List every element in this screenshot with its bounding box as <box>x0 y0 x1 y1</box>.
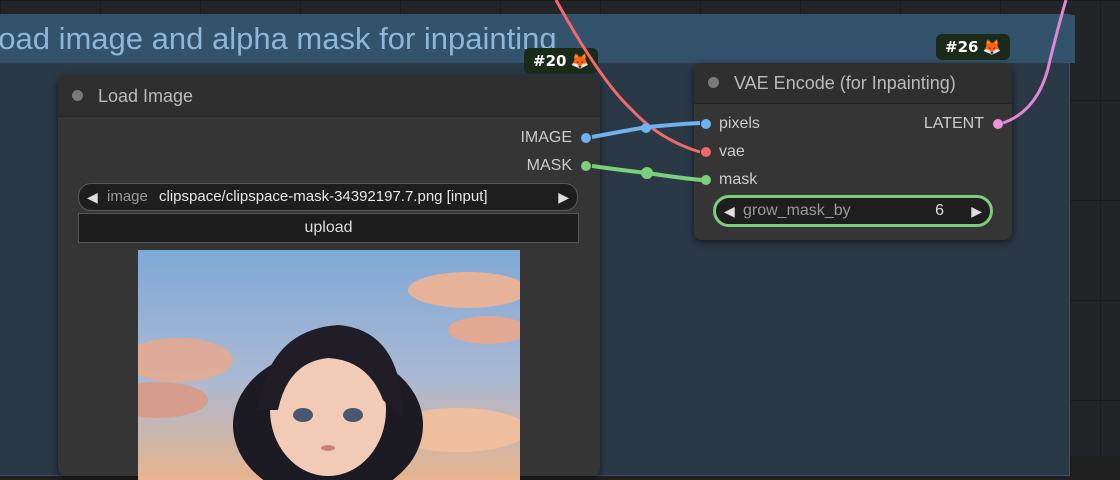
triangle-right-icon[interactable]: ▶ <box>971 198 982 224</box>
triangle-right-icon[interactable]: ▶ <box>558 184 569 210</box>
triangle-left-icon[interactable]: ◀ <box>724 198 735 224</box>
output-latent-label: LATENT <box>923 115 984 132</box>
input-pixels-label: pixels <box>719 115 760 132</box>
input-pixels-slot[interactable] <box>701 119 711 129</box>
grow-mask-by-widget[interactable]: ◀ grow_mask_by 6 ▶ <box>713 195 993 227</box>
node-title: VAE Encode (for Inpainting) <box>734 73 956 93</box>
output-mask-slot[interactable] <box>581 161 591 171</box>
node-id-label: #26 <box>945 38 979 56</box>
collapse-dot-icon[interactable] <box>72 90 83 101</box>
graph-canvas[interactable]: Load image and alpha mask for inpainting… <box>0 0 1120 480</box>
output-image-label: IMAGE <box>520 129 572 146</box>
output-mask-label: MASK <box>526 157 572 174</box>
upload-button[interactable]: upload <box>78 213 579 243</box>
node-title-bar[interactable]: Load Image <box>58 76 600 117</box>
input-vae-slot[interactable] <box>701 147 711 157</box>
vae-encode-node[interactable]: VAE Encode (for Inpainting) pixels vae m… <box>694 63 1012 240</box>
load-image-node[interactable]: Load Image IMAGE MASK ◀ image clipspace/… <box>58 76 600 480</box>
node-badge: #20 🦊 <box>524 48 599 74</box>
node-badge: #26 🦊 <box>936 34 1011 60</box>
widget-value: 6 <box>935 202 944 219</box>
triangle-left-icon[interactable]: ◀ <box>87 184 98 210</box>
image-preview <box>138 250 520 480</box>
widget-value: clipspace/clipspace-mask-34392197.7.png … <box>159 188 488 205</box>
node-title: Load Image <box>98 86 194 106</box>
input-mask-slot[interactable] <box>701 175 711 185</box>
fox-icon: 🦊 <box>570 52 590 70</box>
collapse-dot-icon[interactable] <box>708 77 719 88</box>
image-combo-widget[interactable]: ◀ image clipspace/clipspace-mask-3439219… <box>78 183 578 211</box>
output-latent-slot[interactable] <box>993 119 1003 129</box>
output-image-slot[interactable] <box>581 133 591 143</box>
node-id-label: #20 <box>533 52 567 70</box>
input-mask-label: mask <box>719 171 758 188</box>
node-title-bar[interactable]: VAE Encode (for Inpainting) <box>694 63 1012 104</box>
widget-label: image <box>107 188 148 205</box>
fox-icon: 🦊 <box>982 38 1002 56</box>
widget-label: grow_mask_by <box>743 202 851 219</box>
input-vae-label: vae <box>719 143 745 160</box>
